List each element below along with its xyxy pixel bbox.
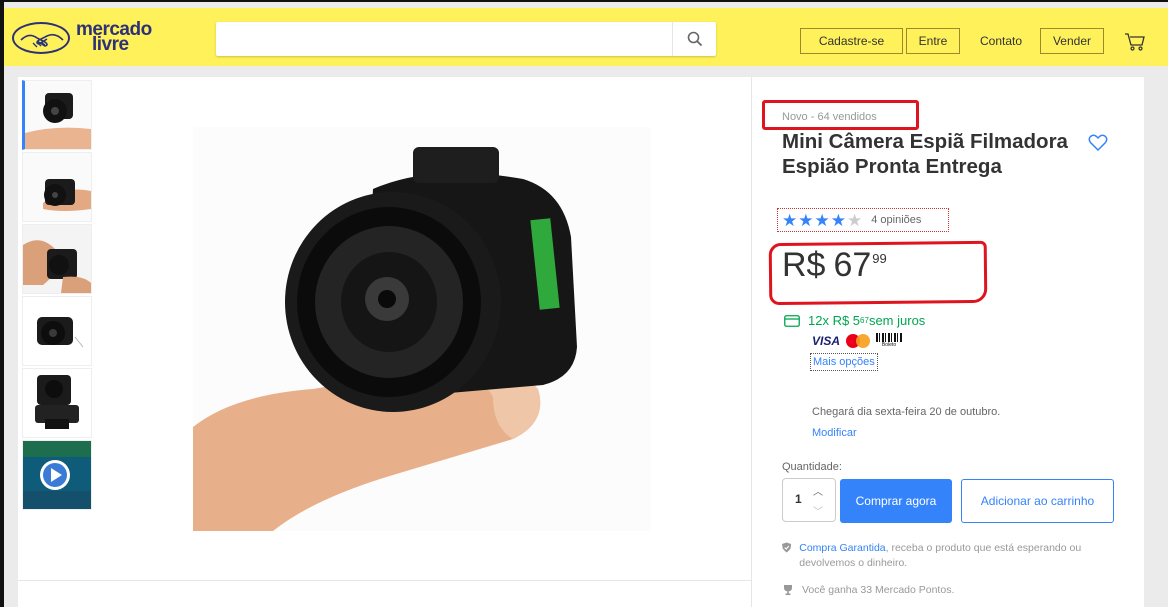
thumbnail-1[interactable]	[22, 80, 92, 150]
cart-icon	[1125, 33, 1145, 51]
nav-sell-link[interactable]: Vender	[1040, 28, 1104, 54]
visa-logo: VISA	[812, 333, 841, 348]
search-box	[216, 22, 716, 56]
nav-login-link[interactable]: Entre	[906, 28, 960, 54]
camera-photo-icon	[23, 153, 91, 221]
search-button[interactable]	[672, 22, 716, 56]
nav-signup-link[interactable]: Cadastre-se	[800, 28, 903, 54]
cart-button[interactable]	[1124, 32, 1146, 57]
search-icon	[687, 31, 702, 47]
trophy-icon	[784, 585, 792, 595]
camera-photo-icon	[25, 81, 91, 149]
chevron-up-icon[interactable]: ︿	[813, 483, 823, 498]
page-frame: mercado livre Cadastre-se Entre Contato …	[0, 0, 1168, 607]
quantity-value: 1	[795, 492, 802, 506]
installments-prefix: 12x R$ 5	[808, 313, 861, 328]
mercado-livre-logo[interactable]: mercado livre	[12, 20, 172, 55]
divider	[18, 580, 751, 581]
boleto-label: Boleto	[881, 342, 897, 348]
video-play-icon	[23, 441, 91, 509]
header-bar: mercado livre Cadastre-se Entre Contato …	[4, 8, 1168, 66]
product-main-image[interactable]	[193, 127, 651, 531]
loyalty-points: Você ganha 33 Mercado Pontos.	[782, 584, 954, 596]
installments-suffix: sem juros	[868, 313, 926, 328]
installments-cents: 67	[860, 316, 869, 325]
quantity-stepper[interactable]: 1 ︿ ﹀	[782, 478, 836, 522]
points-text: Você ganha 33 Mercado Pontos.	[802, 584, 955, 596]
thumbnail-3[interactable]	[22, 224, 92, 294]
handshake-icon	[12, 22, 70, 54]
delivery-estimate: Chegará dia sexta-feira 20 de outubro.	[812, 406, 1001, 418]
more-payment-options-link[interactable]: Mais opções	[810, 353, 878, 371]
annotation-highlight-price	[768, 240, 988, 306]
thumbnail-4[interactable]	[22, 296, 92, 366]
heart-icon	[1088, 134, 1108, 152]
gallery-panel	[18, 77, 751, 607]
shield-check-icon	[782, 542, 792, 553]
search-input[interactable]	[216, 22, 672, 56]
camera-photo-icon	[23, 297, 91, 365]
mastercard-icon	[846, 333, 871, 348]
favorite-button[interactable]	[1088, 134, 1108, 157]
annotation-highlight-condition	[762, 100, 919, 130]
camera-photo-icon	[193, 127, 651, 531]
thumbnail-video[interactable]	[22, 440, 92, 510]
boleto-icon: Boleto	[876, 333, 903, 348]
add-to-cart-button[interactable]: Adicionar ao carrinho	[961, 479, 1114, 523]
focus-outline	[777, 208, 949, 232]
purchase-guarantee: Compra Garantida, receba o produto que e…	[782, 541, 1102, 571]
thumbnail-2[interactable]	[22, 152, 92, 222]
credit-card-icon	[784, 314, 800, 327]
modify-delivery-link[interactable]: Modificar	[812, 427, 857, 439]
camera-photo-icon	[23, 369, 91, 437]
nav-contact-link[interactable]: Contato	[970, 28, 1032, 54]
camera-photo-icon	[23, 225, 91, 293]
guarantee-link[interactable]: Compra Garantida	[799, 542, 885, 554]
thumbnail-5[interactable]	[22, 368, 92, 438]
installments: 12x R$ 5 67 sem juros	[784, 313, 925, 328]
chevron-down-icon[interactable]: ﹀	[813, 503, 823, 518]
quantity-label: Quantidade:	[782, 461, 842, 473]
buy-now-button[interactable]: Comprar agora	[840, 479, 952, 523]
product-title: Mini Câmera Espiã Filmadora Espião Pront…	[782, 130, 1068, 178]
product-info-panel: Novo - 64 vendidos Mini Câmera Espiã Fil…	[751, 77, 1144, 607]
payment-methods: VISA Boleto	[812, 333, 903, 348]
logo-text-livre: livre	[92, 34, 129, 55]
